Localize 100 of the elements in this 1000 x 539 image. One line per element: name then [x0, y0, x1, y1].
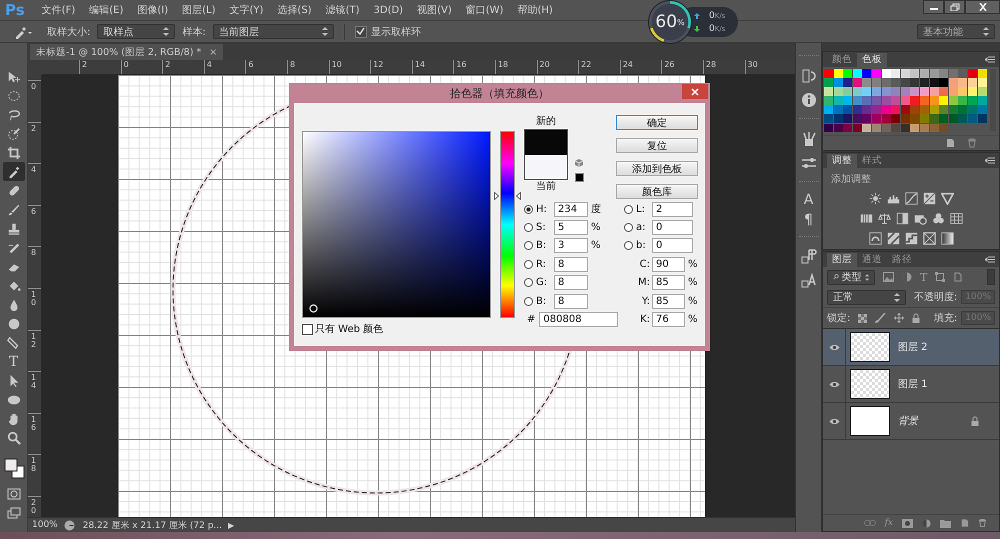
input-field[interactable]: 8 — [554, 256, 588, 272]
unit-label: % — [591, 222, 601, 234]
unit-label: % — [688, 277, 698, 288]
menu-item[interactable]: 3D(D) — [366, 4, 410, 16]
panel-icon[interactable]: ¶ — [804, 212, 813, 228]
ruler-number: 14 — [31, 374, 36, 390]
field-label: B: — [536, 240, 548, 252]
input-field[interactable]: 5 — [554, 220, 588, 236]
panel-tab[interactable]: 图层 — [827, 253, 857, 267]
input-field[interactable]: 0 — [652, 238, 693, 254]
unit-label: 度 — [591, 204, 601, 216]
ruler-number: 12 — [31, 332, 36, 349]
menu-item[interactable]: 选择(S) — [270, 3, 319, 17]
input-field[interactable]: 2 — [652, 202, 693, 217]
ruler-number: 10 — [31, 290, 36, 307]
ruler-number: 16 — [31, 416, 36, 432]
ruler-number: 26 — [661, 60, 703, 74]
ruler-number: 0 — [31, 83, 36, 91]
new-color-label: 新的 — [536, 116, 556, 128]
layer-name: 背景 — [898, 414, 918, 428]
ruler-number: 8 — [286, 60, 329, 74]
ruler-number: 22 — [578, 60, 620, 74]
field-label: G: — [536, 277, 548, 288]
ruler-number: 18 — [494, 60, 537, 74]
menu-item[interactable]: 图像(I) — [130, 3, 176, 17]
input-field[interactable]: 3 — [554, 238, 588, 254]
workspace-dropdown[interactable]: 基本功能 — [917, 24, 995, 39]
menu-item[interactable]: 文字(Y) — [222, 3, 270, 17]
ruler-number: 2 — [162, 60, 204, 74]
tool-button[interactable]: T — [2, 352, 24, 371]
field-label: a: — [636, 222, 646, 234]
field-label: R: — [536, 258, 548, 270]
field-label: B: — [536, 296, 548, 307]
field-label: H: — [536, 204, 548, 215]
menu-item[interactable]: 编辑(E) — [82, 3, 130, 17]
panel-tab[interactable]: 颜色 — [827, 53, 857, 67]
menu-item[interactable]: 视图(V) — [410, 3, 459, 17]
layer-name: 图层 2 — [898, 341, 928, 354]
zoom-level: 100% — [32, 520, 58, 530]
ruler-number: 2 — [31, 124, 36, 133]
field-label: K: — [639, 314, 651, 326]
field-label: L: — [636, 204, 646, 215]
panel-tab[interactable]: 通道 — [857, 253, 887, 267]
dialog-button[interactable]: 添加到色板 — [616, 161, 698, 176]
dialog-button[interactable]: 复位 — [616, 138, 698, 153]
input-field[interactable]: 85 — [652, 294, 685, 309]
ruler-number: 20 — [31, 498, 36, 515]
sample-dropdown[interactable]: 当前图层 — [212, 24, 334, 39]
dialog-title: 拾色器（填充颜色） — [450, 86, 549, 100]
layer-row[interactable]: 图层 2 — [823, 329, 999, 366]
menu-item[interactable]: 图层(L) — [175, 3, 222, 17]
dialog-button[interactable]: 确定 — [616, 115, 698, 130]
field-label: M: — [637, 277, 651, 288]
input-field[interactable]: 85 — [652, 275, 685, 290]
ruler-number: 18 — [31, 457, 36, 474]
sample-label: 样本: — [182, 26, 206, 38]
fill-label: 填充: — [934, 312, 958, 325]
ruler-number: 6 — [31, 208, 36, 216]
hex-label: # — [527, 314, 536, 326]
unit-label: % — [688, 296, 698, 307]
ruler-number: 10 — [328, 60, 370, 74]
status-menu-arrow[interactable]: ▶ — [228, 520, 234, 530]
input-field[interactable]: 76 — [652, 312, 685, 328]
input-field[interactable]: 90 — [652, 256, 685, 272]
panel-icon[interactable]: A — [804, 192, 814, 208]
document-tab[interactable]: 未标题-1 @ 100% (图层 2, RGB/8) * × — [30, 44, 224, 60]
menu-item[interactable]: 文件(F) — [34, 3, 82, 17]
ruler-number: 30 — [744, 60, 786, 74]
menu-item[interactable]: 帮助(H) — [510, 3, 560, 17]
panel-tab[interactable]: 样式 — [857, 154, 887, 168]
input-field[interactable]: 8 — [554, 294, 588, 309]
menu-item[interactable]: 窗口(W) — [458, 3, 510, 17]
web-colors-label: 只有 Web 颜色 — [315, 322, 384, 336]
filter-dropdown[interactable]: 类型 — [827, 270, 875, 284]
input-field[interactable]: 8 — [554, 275, 588, 290]
ruler-number: 0 — [120, 60, 162, 74]
panel-tab[interactable]: 路径 — [887, 253, 917, 267]
ruler-number: 28 — [702, 60, 744, 74]
unit-label: % — [688, 314, 698, 326]
ruler-number: 2 — [79, 60, 121, 74]
input-field[interactable]: 234 — [554, 202, 588, 217]
field-label: S: — [536, 222, 547, 234]
layer-row[interactable]: 图层 1 — [823, 366, 999, 403]
document-size-text: 28.22 厘米 x 21.17 厘米 (72 p... — [82, 520, 222, 532]
input-field[interactable]: 0 — [652, 220, 693, 236]
field-label: C: — [638, 258, 651, 270]
unit-label: % — [591, 240, 601, 252]
current-color-label: 当前 — [536, 181, 556, 193]
blend-mode-dropdown[interactable]: 正常 — [827, 290, 906, 304]
panel-tab[interactable]: 调整 — [827, 154, 857, 168]
panel-tab[interactable]: 色板 — [857, 53, 887, 67]
app-logo: Ps — [4, 1, 26, 19]
ruler-number: 24 — [620, 60, 662, 74]
sample-size-dropdown[interactable]: 取样点 — [97, 24, 176, 39]
lock-label: 锁定: — [827, 312, 850, 325]
hex-input-field[interactable]: 080808 — [539, 312, 618, 328]
dialog-button[interactable]: 颜色库 — [616, 184, 698, 199]
menu-item[interactable]: 滤镜(T) — [318, 3, 366, 17]
layer-row[interactable]: 背景 — [823, 403, 999, 440]
ruler-number: 4 — [31, 166, 36, 174]
